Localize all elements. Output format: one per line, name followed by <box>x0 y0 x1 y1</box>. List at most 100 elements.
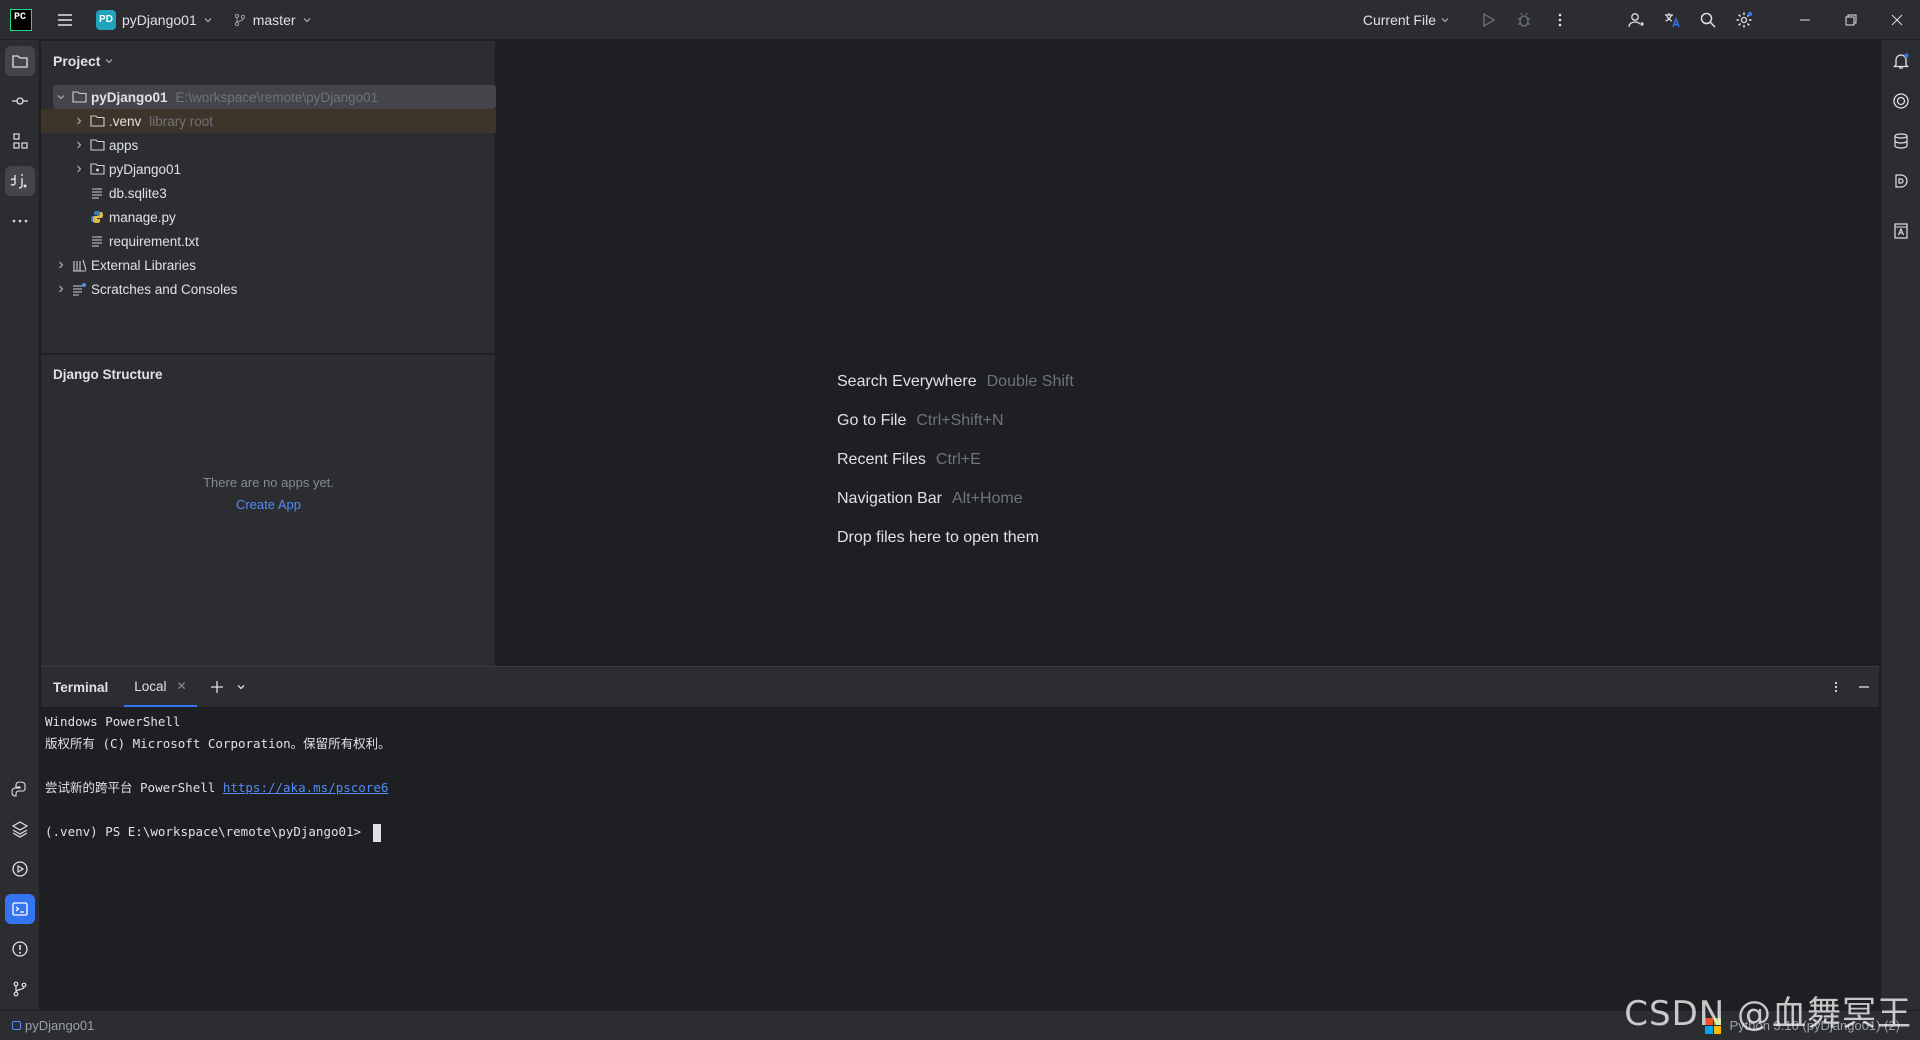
hint-shortcut: Ctrl+E <box>935 451 981 468</box>
notifications-button[interactable] <box>1886 46 1916 76</box>
package-folder-icon <box>89 161 105 177</box>
ai-assistant-button[interactable] <box>1886 86 1916 116</box>
chevron-right-icon[interactable] <box>71 137 87 153</box>
run-icon[interactable] <box>1470 0 1506 40</box>
hint-drop-files: Drop files here to open them <box>837 529 1039 547</box>
chevron-right-icon[interactable] <box>71 161 87 177</box>
hide-panel-icon[interactable] <box>1857 680 1871 694</box>
debug-icon[interactable] <box>1506 0 1542 40</box>
hint-action: Navigation Bar <box>837 490 942 507</box>
terminal-line-empty <box>45 755 1875 777</box>
restore-window-button[interactable] <box>1828 0 1874 40</box>
terminal-tab-label: Local <box>134 678 167 694</box>
project-name: pyDjango01 <box>122 11 197 28</box>
editor-empty-area[interactable]: Search Everywhere Double Shift Go to File… <box>497 41 1879 666</box>
terminal-session-dropdown[interactable] <box>233 679 249 695</box>
project-panel-title: Project <box>53 53 101 69</box>
folder-icon <box>71 89 87 105</box>
structure-icon <box>13 133 28 149</box>
terminal-tab-local[interactable]: Local ✕ <box>124 667 197 707</box>
tree-item-db[interactable]: db.sqlite3 <box>41 181 496 205</box>
pscore-link[interactable]: https://aka.ms/pscore6 <box>223 780 389 795</box>
dictionary-button[interactable] <box>1886 216 1916 246</box>
terminal-output[interactable]: Windows PowerShell 版权所有 (C) Microsoft Co… <box>41 707 1879 847</box>
create-app-link[interactable]: Create App <box>41 497 496 512</box>
plus-icon <box>210 681 223 693</box>
chevron-down-icon <box>237 685 245 690</box>
tree-item-label: db.sqlite3 <box>109 185 167 201</box>
tree-item-external-libraries[interactable]: External Libraries <box>41 253 496 277</box>
python-console-icon <box>11 781 26 797</box>
close-tab-icon[interactable]: ✕ <box>177 679 187 693</box>
git-tool-button[interactable] <box>5 974 35 1004</box>
services-tool-button[interactable] <box>5 854 35 884</box>
main-menu-icon[interactable] <box>56 11 74 29</box>
project-badge: PD <box>96 9 116 30</box>
django-structure-tool-button[interactable] <box>5 166 35 196</box>
hint-action: Search Everywhere <box>837 373 977 390</box>
more-actions-icon[interactable] <box>1542 0 1578 40</box>
chevron-right-icon[interactable] <box>71 113 87 129</box>
python-console-tool-button[interactable] <box>5 774 35 804</box>
terminal-header: Terminal Local ✕ <box>41 667 1879 707</box>
translate-icon[interactable] <box>1654 0 1690 40</box>
hint-action: Go to File <box>837 412 907 429</box>
run-configuration-selector[interactable]: Current File <box>1363 12 1450 28</box>
ai-spiral-icon <box>1893 93 1909 109</box>
terminal-line-empty <box>45 799 1875 821</box>
project-tool-window: Project pyDjango01 E:\workspace\remote\p… <box>41 41 496 353</box>
minimize-window-button[interactable] <box>1782 0 1828 40</box>
project-tool-button[interactable] <box>5 46 35 76</box>
terminal-tool-button[interactable] <box>5 894 35 924</box>
options-menu-icon[interactable] <box>1829 680 1843 694</box>
new-terminal-tab-button[interactable] <box>207 677 227 697</box>
database-button[interactable] <box>1886 126 1916 156</box>
structure-tool-button[interactable] <box>5 126 35 156</box>
code-with-me-icon[interactable] <box>1618 0 1654 40</box>
problems-tool-button[interactable] <box>5 934 35 964</box>
tree-item-scratches[interactable]: Scratches and Consoles <box>41 277 496 301</box>
tree-item-venv[interactable]: .venv library root <box>41 109 496 133</box>
tree-item-label: pyDjango01 <box>109 161 182 177</box>
tree-item-hint: E:\workspace\remote\pyDjango01 <box>175 89 379 105</box>
tree-item-package[interactable]: pyDjango01 <box>41 157 496 181</box>
django-structure-panel: Django Structure There are no apps yet. … <box>41 354 496 666</box>
terminal-title: Terminal <box>53 679 109 695</box>
terminal-text: 尝试新的跨平台 PowerShell <box>45 780 223 795</box>
chevron-right-icon[interactable] <box>53 257 69 273</box>
folder-icon <box>89 137 105 153</box>
project-selector[interactable]: PD pyDjango01 <box>96 9 213 30</box>
close-window-button[interactable] <box>1874 0 1920 40</box>
status-project-breadcrumb[interactable]: pyDjango01 <box>12 1018 94 1033</box>
search-icon[interactable] <box>1690 0 1726 40</box>
tree-item-root[interactable]: pyDjango01 E:\workspace\remote\pyDjango0… <box>53 85 496 109</box>
python-packages-tool-button[interactable] <box>5 814 35 844</box>
services-icon <box>12 861 28 877</box>
tree-item-label: Scratches and Consoles <box>91 281 238 297</box>
left-tool-window-bar <box>0 40 40 1010</box>
tree-item-label: pyDjango01 <box>91 89 168 105</box>
tree-item-label: apps <box>109 137 139 153</box>
tree-item-manage-py[interactable]: manage.py <box>41 205 496 229</box>
tree-item-label: requirement.txt <box>109 233 200 249</box>
sciview-button[interactable] <box>1886 166 1916 196</box>
project-view-selector[interactable]: Project <box>41 41 495 81</box>
vcs-branch-selector[interactable]: master <box>233 12 312 28</box>
commit-tool-button[interactable] <box>5 86 35 116</box>
tree-item-apps[interactable]: apps <box>41 133 496 157</box>
more-tool-windows-button[interactable] <box>5 206 35 236</box>
django-icon <box>11 174 27 189</box>
project-square-icon <box>12 1021 21 1030</box>
chevron-down-icon <box>302 15 312 25</box>
interpreter-widget[interactable]: Python 3.10 (pyDjango01) (2) <box>1705 1017 1900 1034</box>
tree-item-requirement[interactable]: requirement.txt <box>41 229 496 253</box>
database-icon <box>1894 133 1908 149</box>
hint-action: Drop files here to open them <box>837 529 1039 546</box>
chevron-right-icon[interactable] <box>53 281 69 297</box>
chevron-down-icon[interactable] <box>53 89 69 105</box>
branch-name: master <box>252 11 296 28</box>
hint-search-everywhere: Search Everywhere Double Shift <box>837 373 1074 391</box>
hint-navigation-bar: Navigation Bar Alt+Home <box>837 490 1023 508</box>
settings-gear-icon[interactable] <box>1726 0 1762 40</box>
terminal-cursor <box>372 823 381 842</box>
